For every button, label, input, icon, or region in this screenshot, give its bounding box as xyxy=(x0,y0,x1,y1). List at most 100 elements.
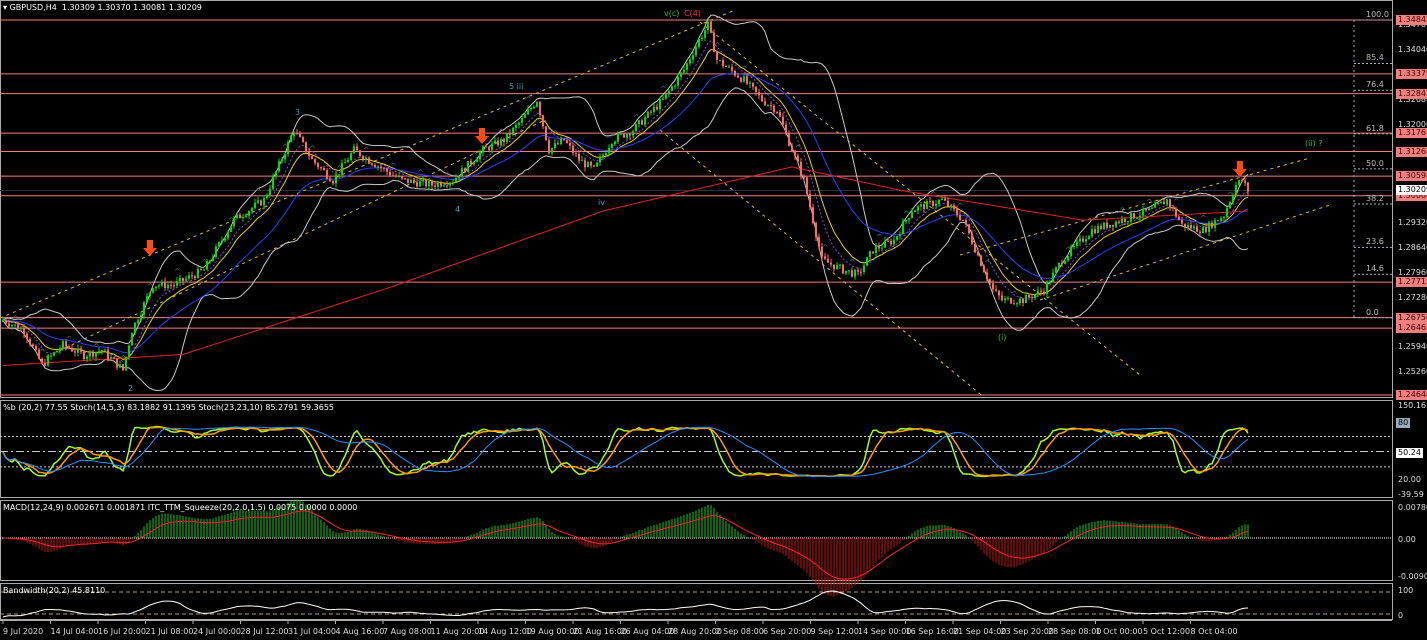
candle-body xyxy=(590,161,592,166)
time-label: 23 Sep 20:00 xyxy=(1000,627,1054,636)
candle-body xyxy=(818,237,820,247)
candle-body xyxy=(62,341,64,349)
candle xyxy=(1217,219,1219,222)
collapse-triangle-icon[interactable]: ▾ xyxy=(3,3,7,12)
fractal-marker: ^ xyxy=(1011,290,1018,299)
fibo-label: 61.8 xyxy=(1366,123,1384,133)
candle-body xyxy=(1241,180,1243,182)
candle-body xyxy=(296,133,298,135)
candle-body xyxy=(506,133,508,143)
candle xyxy=(236,214,238,220)
candle xyxy=(1196,224,1198,232)
fractal-marker: ^ xyxy=(606,134,613,143)
ma-slow-200 xyxy=(2,166,1249,366)
time-label: 31 Jul 04:00 xyxy=(288,627,336,636)
trend-lines[interactable] xyxy=(0,9,1331,399)
candle-body xyxy=(1097,225,1099,233)
candle-body xyxy=(1034,294,1036,299)
candle-body xyxy=(869,251,871,258)
candle xyxy=(1088,234,1090,240)
candle-body xyxy=(1001,295,1003,301)
wave-label-v-c: v(c) xyxy=(664,9,680,18)
candle xyxy=(1235,182,1237,197)
candle xyxy=(1049,280,1051,286)
wave-label-i: (i) xyxy=(998,333,1007,342)
candle-body xyxy=(884,240,886,248)
candle-body xyxy=(827,258,829,263)
candle-body xyxy=(59,348,61,352)
candle-body xyxy=(350,153,352,161)
candle xyxy=(104,348,106,351)
candle-body xyxy=(644,117,646,125)
candle xyxy=(902,218,904,235)
trend-line-rising-lower[interactable] xyxy=(1039,204,1331,301)
trend-line-upper-channel[interactable] xyxy=(0,9,736,319)
candle-body xyxy=(1154,204,1156,208)
candle xyxy=(245,213,247,219)
fractal-marker: ^ xyxy=(498,128,505,137)
candle-body xyxy=(41,358,43,363)
candle xyxy=(569,139,571,150)
candle-body xyxy=(761,95,763,102)
candle-body xyxy=(257,200,259,203)
trend-line-descending-upper[interactable] xyxy=(699,21,1141,376)
candle xyxy=(683,66,685,75)
candle-body xyxy=(890,240,892,245)
chart-canvas[interactable]: ^^^^^^^^^^^ ^^^^^ ^^^^^^^^^^^^^^^^^^^^^^^^… xyxy=(0,0,1427,640)
candle-body xyxy=(830,262,832,265)
candle xyxy=(788,130,790,147)
candle xyxy=(125,356,127,372)
candle-body xyxy=(710,21,712,33)
candle-body xyxy=(209,260,211,262)
candle xyxy=(1100,223,1102,231)
time-label: 7 Aug 08:00 xyxy=(383,627,432,636)
candle xyxy=(50,353,52,360)
candle xyxy=(830,258,832,268)
candle xyxy=(536,101,538,108)
candle xyxy=(1046,280,1048,298)
fractal-marker: ^ xyxy=(417,168,424,177)
price-level-label: 1.31268 xyxy=(1396,146,1427,157)
candle-body xyxy=(23,328,25,334)
candle xyxy=(974,242,976,253)
candle xyxy=(143,300,145,319)
candle-body xyxy=(335,174,337,184)
candle-body xyxy=(614,141,616,145)
candle-body xyxy=(71,348,73,352)
candle-body xyxy=(758,91,760,96)
candle xyxy=(386,167,388,176)
candle xyxy=(134,322,136,335)
candle xyxy=(1211,220,1213,230)
candle-body xyxy=(686,63,688,70)
candle-body xyxy=(755,86,757,92)
candle-body xyxy=(839,264,841,266)
candle-body xyxy=(947,200,949,207)
candle-body xyxy=(872,251,874,254)
candle xyxy=(482,145,484,157)
candle-body xyxy=(845,270,847,274)
fibo-label: 85.4 xyxy=(1366,53,1384,63)
candle-body xyxy=(404,178,406,180)
candle-body xyxy=(1016,303,1018,305)
candle-body xyxy=(203,269,205,271)
candle-body xyxy=(1190,224,1192,229)
candle-body xyxy=(191,275,193,277)
candle-body xyxy=(770,105,772,107)
candle xyxy=(782,112,784,126)
trend-line-rising-upper[interactable] xyxy=(959,157,1311,256)
candle xyxy=(839,263,841,269)
candle xyxy=(1097,223,1099,234)
candle-body xyxy=(311,156,313,159)
candle-body xyxy=(458,177,460,179)
candle-body xyxy=(1172,206,1174,209)
candle-body xyxy=(1148,208,1150,211)
candle-body xyxy=(158,285,160,287)
candle xyxy=(1031,294,1033,303)
candle xyxy=(305,141,307,154)
candle-body xyxy=(1109,224,1111,228)
candle xyxy=(818,233,820,250)
candle-body xyxy=(779,111,781,117)
candle-body xyxy=(53,352,55,356)
candle xyxy=(761,92,763,103)
candle-body xyxy=(1214,220,1216,228)
